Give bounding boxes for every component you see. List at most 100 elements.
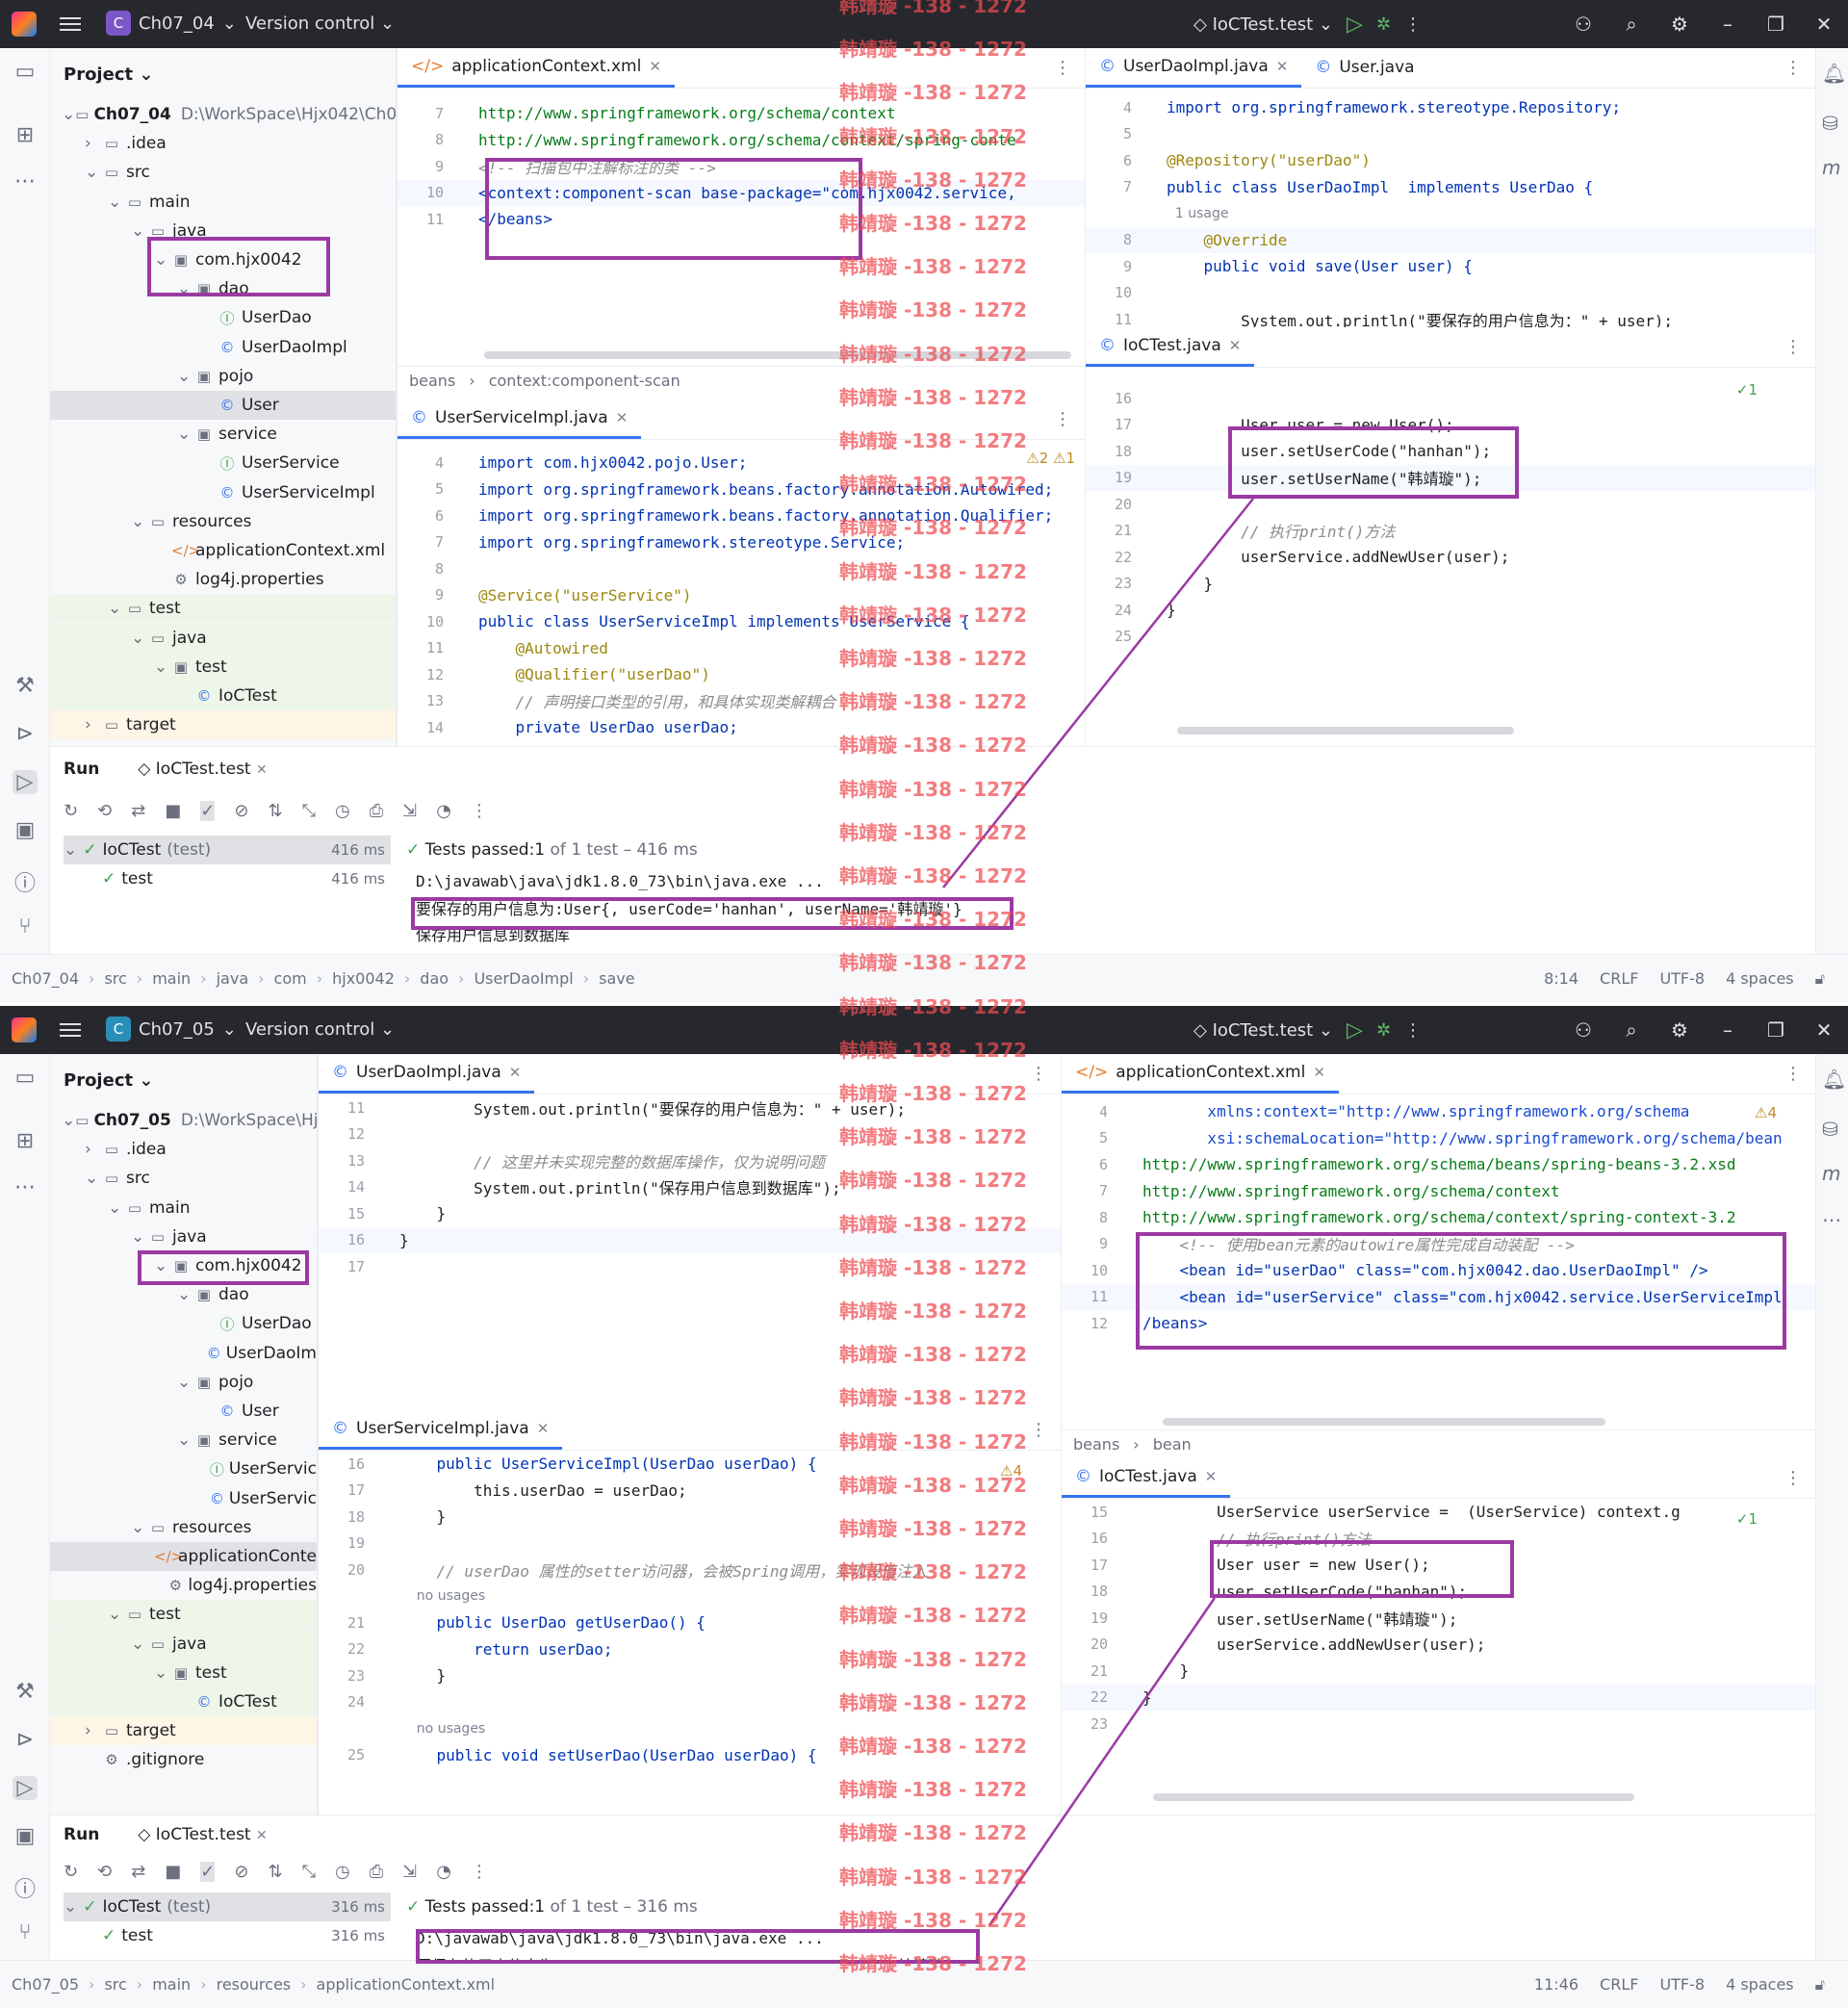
problems-tool-icon[interactable]: ⓘ (13, 866, 38, 897)
status-crumb[interactable]: Ch07_04 (12, 969, 79, 988)
rerun-icon[interactable]: ↻ (64, 801, 78, 821)
more-actions-icon[interactable]: ⋮ (1404, 1020, 1422, 1041)
chevron-icon[interactable]: ⌄ (154, 250, 171, 270)
tree-item[interactable]: ⌄ ▭ java (50, 1223, 317, 1251)
line-number[interactable]: 24 (1086, 602, 1143, 619)
show-ignored-icon[interactable]: ⊘ (234, 801, 248, 821)
line-number[interactable]: 7 (1062, 1182, 1119, 1199)
line-number[interactable]: 12 (398, 666, 455, 683)
tab-application-context-xml[interactable]: </> applicationContext.xml ✕ (398, 48, 675, 88)
build-tool-icon[interactable]: ⚒ (13, 674, 38, 698)
tree-item[interactable]: ⌄ ▣ service (50, 420, 396, 449)
line-number[interactable]: 9 (398, 586, 455, 604)
status-crumb[interactable]: applicationContext.xml (317, 1975, 496, 1994)
horizontal-scrollbar[interactable] (1163, 1418, 1605, 1426)
tree-item[interactable]: © User (50, 391, 396, 420)
more-tools-icon[interactable]: ⋯ (13, 169, 38, 193)
tree-item[interactable]: © UserDaoImpl (50, 333, 396, 362)
test-row-class[interactable]: ⌄ ✓ IoCTest (test) 416 ms (64, 836, 391, 864)
chevron-icon[interactable]: ⌄ (177, 425, 194, 444)
line-number[interactable]: 23 (1086, 575, 1143, 592)
database-icon[interactable]: ⛁ (1822, 112, 1838, 135)
line-number[interactable]: 18 (1062, 1583, 1119, 1600)
line-number[interactable]: 20 (1062, 1635, 1119, 1653)
console[interactable]: D:\javawab\java\jdk1.8.0_73\bin\java.exe… (406, 868, 1758, 946)
tab-run-config[interactable]: ◇ IoCTest.test ✕ (138, 759, 267, 779)
git-tool-icon[interactable]: ⑂ (13, 914, 38, 939)
line-number[interactable]: 6 (398, 507, 455, 525)
line-number[interactable]: 4 (1086, 99, 1143, 116)
line-number[interactable]: 19 (319, 1534, 376, 1552)
problems-tool-icon[interactable]: ⓘ (13, 1872, 38, 1903)
rerun-icon[interactable]: ↻ (64, 1862, 78, 1882)
tree-item[interactable]: ⌄ ▭ main (50, 1194, 317, 1223)
line-number[interactable]: 25 (1086, 628, 1143, 645)
line-number[interactable]: 20 (1086, 496, 1143, 513)
chevron-icon[interactable]: ⌄ (85, 1169, 102, 1188)
status-crumb[interactable]: UserDaoImpl (474, 969, 573, 988)
code-area[interactable]: 16 public UserServiceImpl(UserDao userDa… (319, 1451, 1061, 1812)
tree-item[interactable]: ⌄ ▭ src (50, 1164, 317, 1193)
sort-icon[interactable]: ⇅ (268, 1862, 282, 1882)
line-number[interactable]: 17 (1062, 1557, 1119, 1574)
line-number[interactable]: 20 (319, 1561, 376, 1579)
tree-item[interactable]: ⌄ ▣ service (50, 1426, 317, 1455)
line-number[interactable]: 4 (1062, 1103, 1119, 1120)
line-number[interactable]: 12 (1062, 1315, 1119, 1332)
history-icon[interactable]: ◷ (335, 1862, 350, 1882)
line-number[interactable]: 19 (1086, 469, 1143, 486)
maven-icon[interactable]: m (1822, 156, 1840, 179)
tree-item[interactable]: › ▭ .idea (50, 1135, 317, 1164)
tree-item[interactable]: © IoCTest (50, 1687, 317, 1716)
stop-icon[interactable]: ■ (165, 1862, 181, 1882)
encoding[interactable]: UTF-8 (1659, 969, 1705, 989)
tree-item[interactable]: ⌄ ▭ java (50, 623, 396, 653)
close-icon[interactable]: ✕ (1800, 1018, 1848, 1042)
run-icon[interactable]: ▷ (1347, 13, 1363, 37)
line-number[interactable]: 5 (398, 480, 455, 498)
show-ignored-icon[interactable]: ⊘ (234, 1862, 248, 1882)
more-icon[interactable]: ⋮ (1784, 58, 1802, 78)
lock-icon[interactable]: 🔓︎ (1815, 969, 1825, 989)
chevron-icon[interactable]: › (85, 1721, 102, 1740)
indent[interactable]: 4 spaces (1726, 1975, 1794, 1995)
project-tool-icon[interactable]: ▭ (13, 60, 38, 84)
close-tab-icon[interactable]: ✕ (1229, 337, 1242, 354)
crumb-beans[interactable]: beans (409, 372, 455, 390)
tree-item[interactable]: › ▭ .idea (50, 129, 396, 158)
line-number[interactable]: 14 (319, 1178, 376, 1196)
line-number[interactable]: 22 (319, 1640, 376, 1658)
run-config-selector[interactable]: ◇ IoCTest.test ⌄ (1194, 14, 1333, 35)
line-number[interactable]: 10 (398, 613, 455, 631)
line-number[interactable]: 24 (319, 1693, 376, 1711)
lock-icon[interactable]: 🔓︎ (1815, 1975, 1825, 1995)
more-icon[interactable]: ⋮ (1030, 1420, 1047, 1440)
line-number[interactable]: 6 (1086, 152, 1143, 169)
tree-item[interactable]: › ▭ target (50, 710, 396, 740)
project-switcher[interactable]: C Ch07_04 ⌄ (106, 11, 237, 36)
tree-item[interactable]: ⌄ ▭ Ch07_04 D:\WorkSpace\Hjx042\Ch07 (50, 100, 396, 129)
tree-item[interactable]: ⌄ ▭ java (50, 1629, 317, 1659)
indent[interactable]: 4 spaces (1726, 969, 1794, 989)
line-number[interactable]: 10 (398, 184, 455, 201)
tree-item[interactable]: ⌄ ▣ dao (50, 274, 396, 303)
chevron-icon[interactable]: ⌄ (108, 599, 125, 618)
add-user-icon[interactable]: ⚇ (1559, 13, 1607, 36)
tree-item[interactable]: ⌄ ▭ resources (50, 507, 396, 536)
status-crumb[interactable]: dao (420, 969, 449, 988)
screenshot-icon[interactable]: ⎙ (370, 801, 383, 821)
collapse-icon[interactable]: ⤡ (302, 1862, 316, 1882)
project-panel-header[interactable]: Project ⌄ (50, 1054, 317, 1106)
tree-item[interactable]: ⌄ ▣ test (50, 652, 396, 682)
line-number[interactable]: 9 (398, 158, 455, 175)
add-user-icon[interactable]: ⚇ (1559, 1018, 1607, 1042)
status-crumb[interactable]: hjx0042 (332, 969, 395, 988)
more-icon[interactable]: ⋮ (471, 1862, 488, 1882)
gear-icon[interactable]: ⚙ (1656, 13, 1704, 36)
status-crumb[interactable]: main (152, 969, 191, 988)
status-crumb[interactable]: java (217, 969, 249, 988)
line-number[interactable]: 21 (1062, 1662, 1119, 1680)
line-number[interactable]: 8 (398, 131, 455, 148)
chevron-icon[interactable]: › (85, 715, 102, 734)
coverage-icon[interactable]: ◔ (436, 1862, 451, 1882)
